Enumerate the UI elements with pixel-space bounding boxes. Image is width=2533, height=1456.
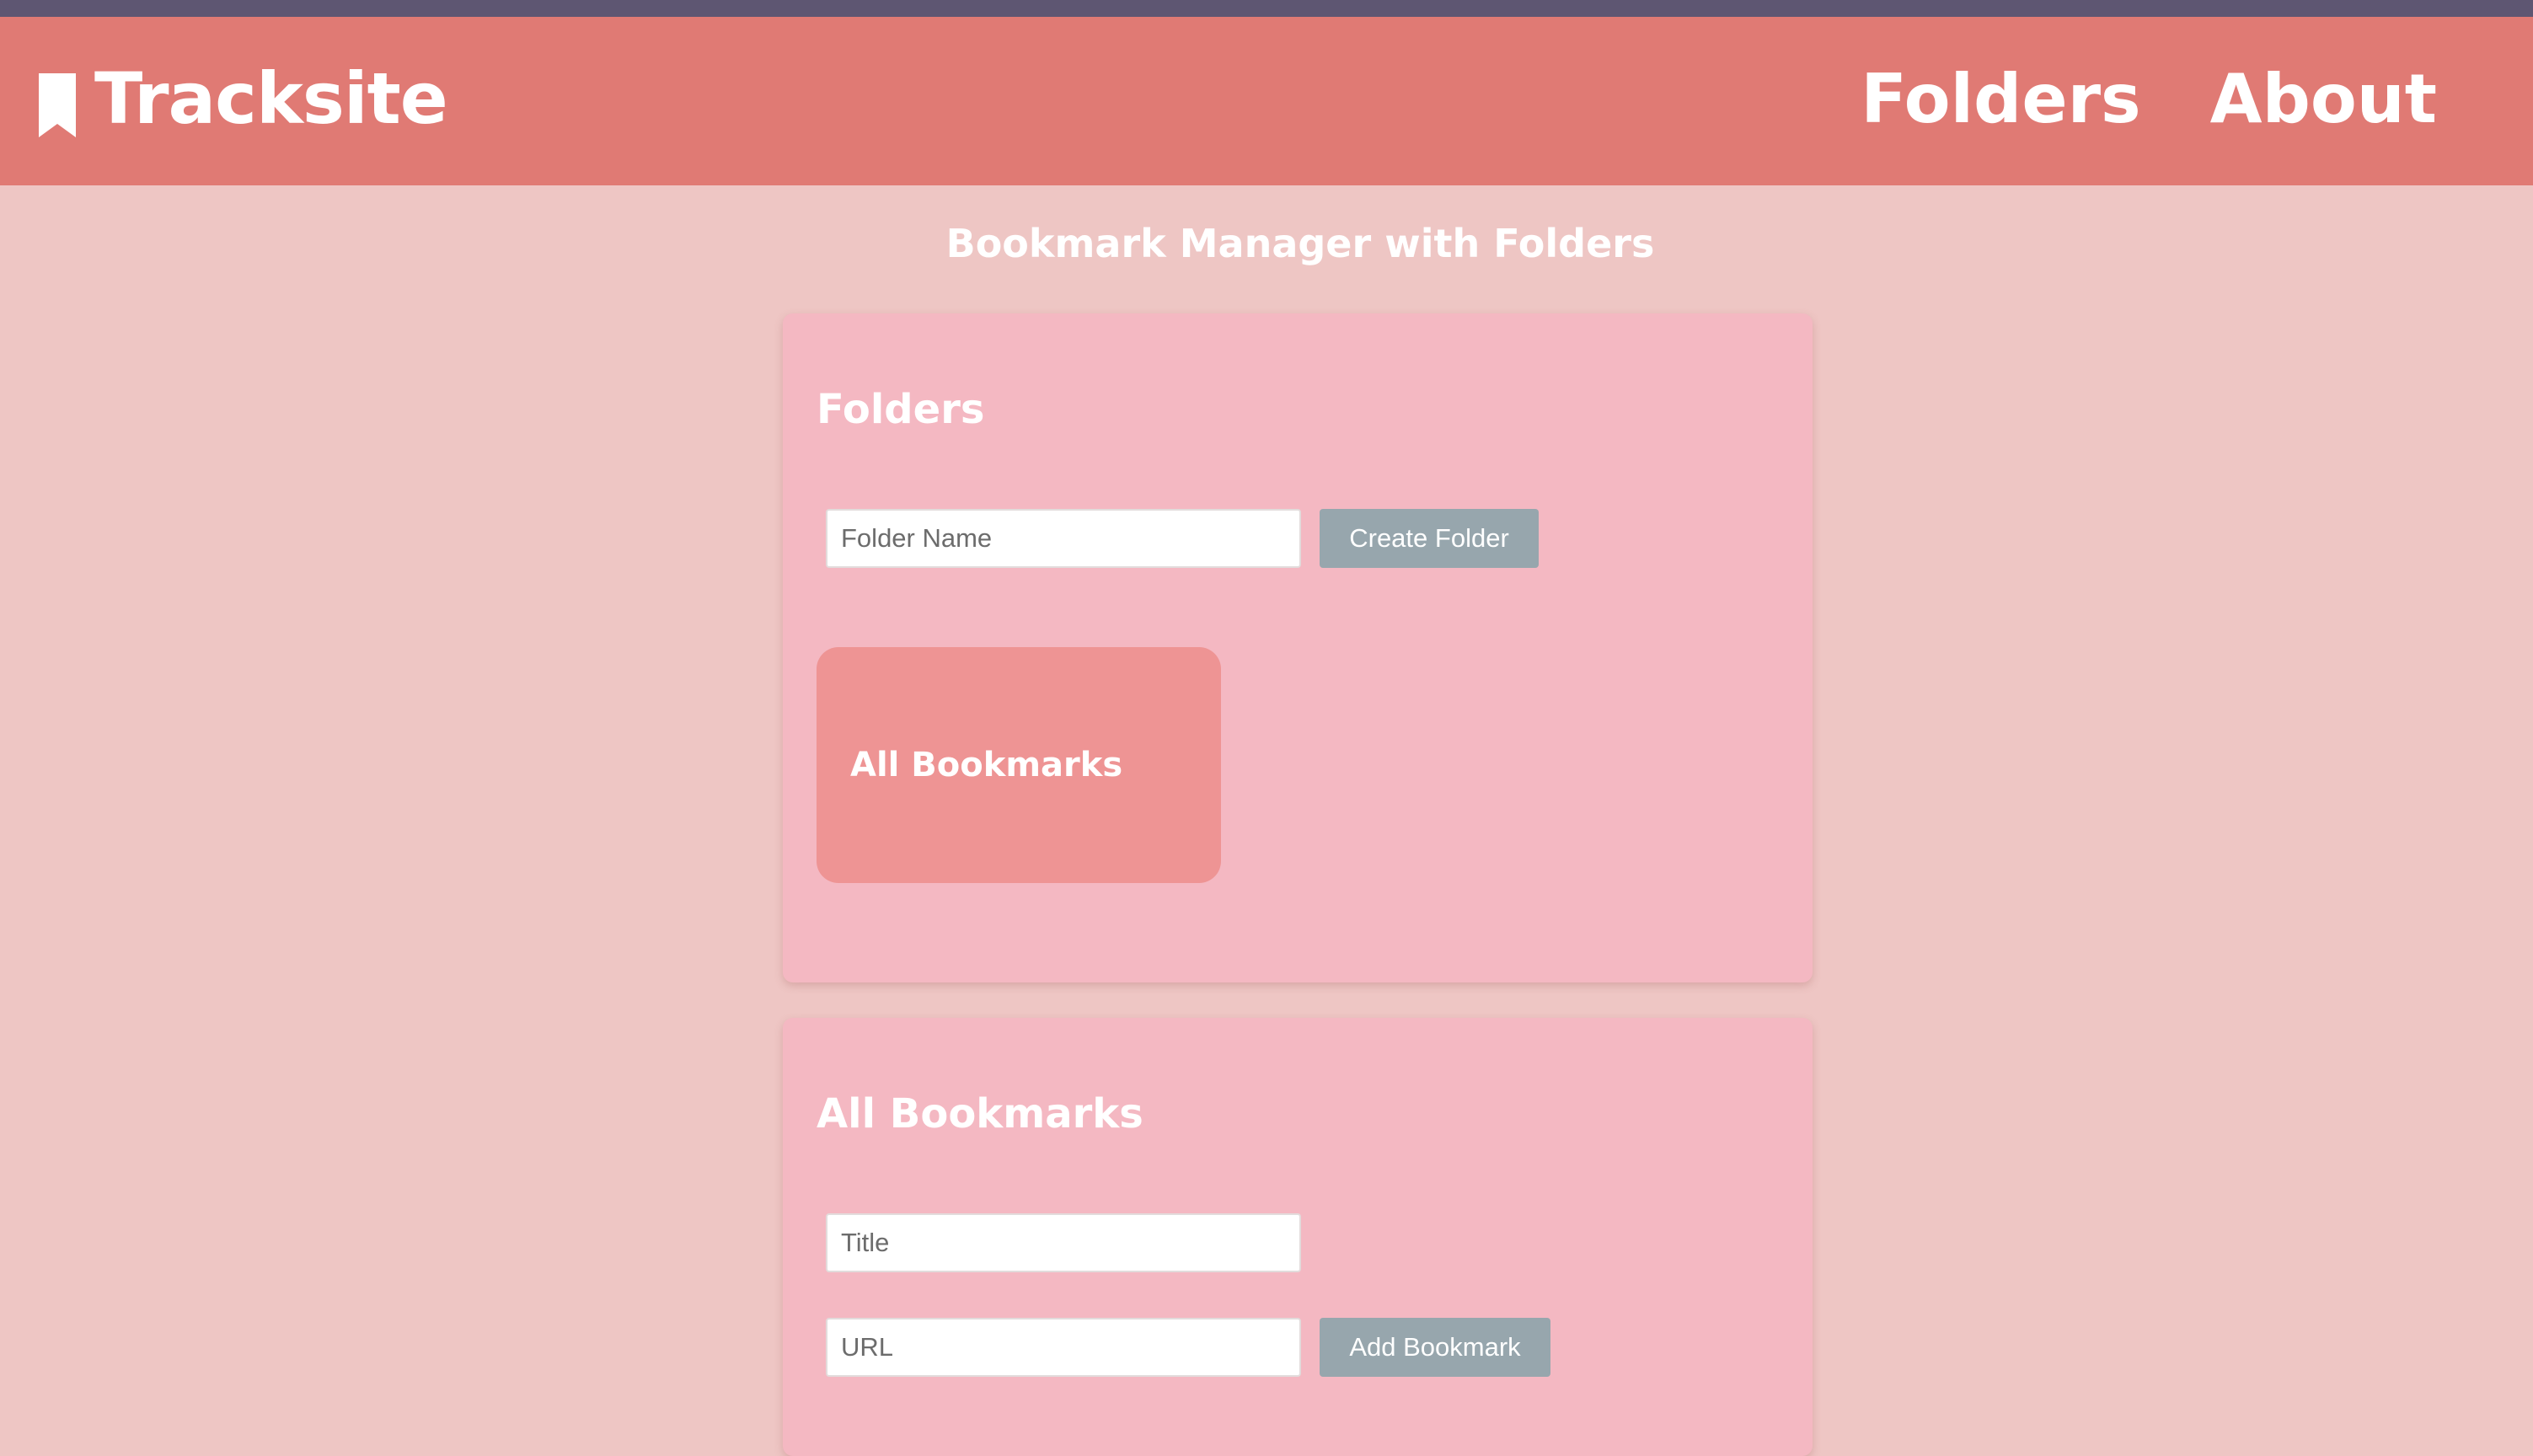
add-bookmark-button[interactable]: Add Bookmark — [1320, 1318, 1550, 1377]
brand-name: Tracksite — [94, 57, 448, 140]
bookmark-url-input[interactable] — [826, 1318, 1301, 1377]
bookmarks-heading: All Bookmarks — [817, 1090, 1143, 1138]
navbar: Tracksite Folders About — [0, 17, 2533, 185]
create-folder-button[interactable]: Create Folder — [1320, 509, 1539, 568]
folders-heading: Folders — [817, 386, 985, 433]
folders-card: Folders Create Folder All Bookmarks — [783, 313, 1813, 982]
folder-name-input[interactable] — [826, 509, 1301, 568]
page-title: Bookmark Manager with Folders — [0, 221, 2533, 266]
folder-tile-label: All Bookmarks — [850, 746, 1123, 784]
folder-tile-all-bookmarks[interactable]: All Bookmarks — [817, 647, 1221, 883]
page-title-text: Bookmark Manager with Folders — [945, 221, 1655, 266]
browser-chrome-strip — [0, 0, 2533, 17]
nav-links: Folders About — [1791, 17, 2437, 185]
nav-link-folders[interactable]: Folders — [1861, 60, 2140, 138]
bookmark-icon — [39, 73, 76, 137]
brand[interactable]: Tracksite — [39, 17, 448, 185]
bookmarks-card: All Bookmarks Add Bookmark — [783, 1018, 1813, 1456]
nav-link-about[interactable]: About — [2210, 60, 2437, 138]
bookmark-title-input[interactable] — [826, 1213, 1301, 1272]
